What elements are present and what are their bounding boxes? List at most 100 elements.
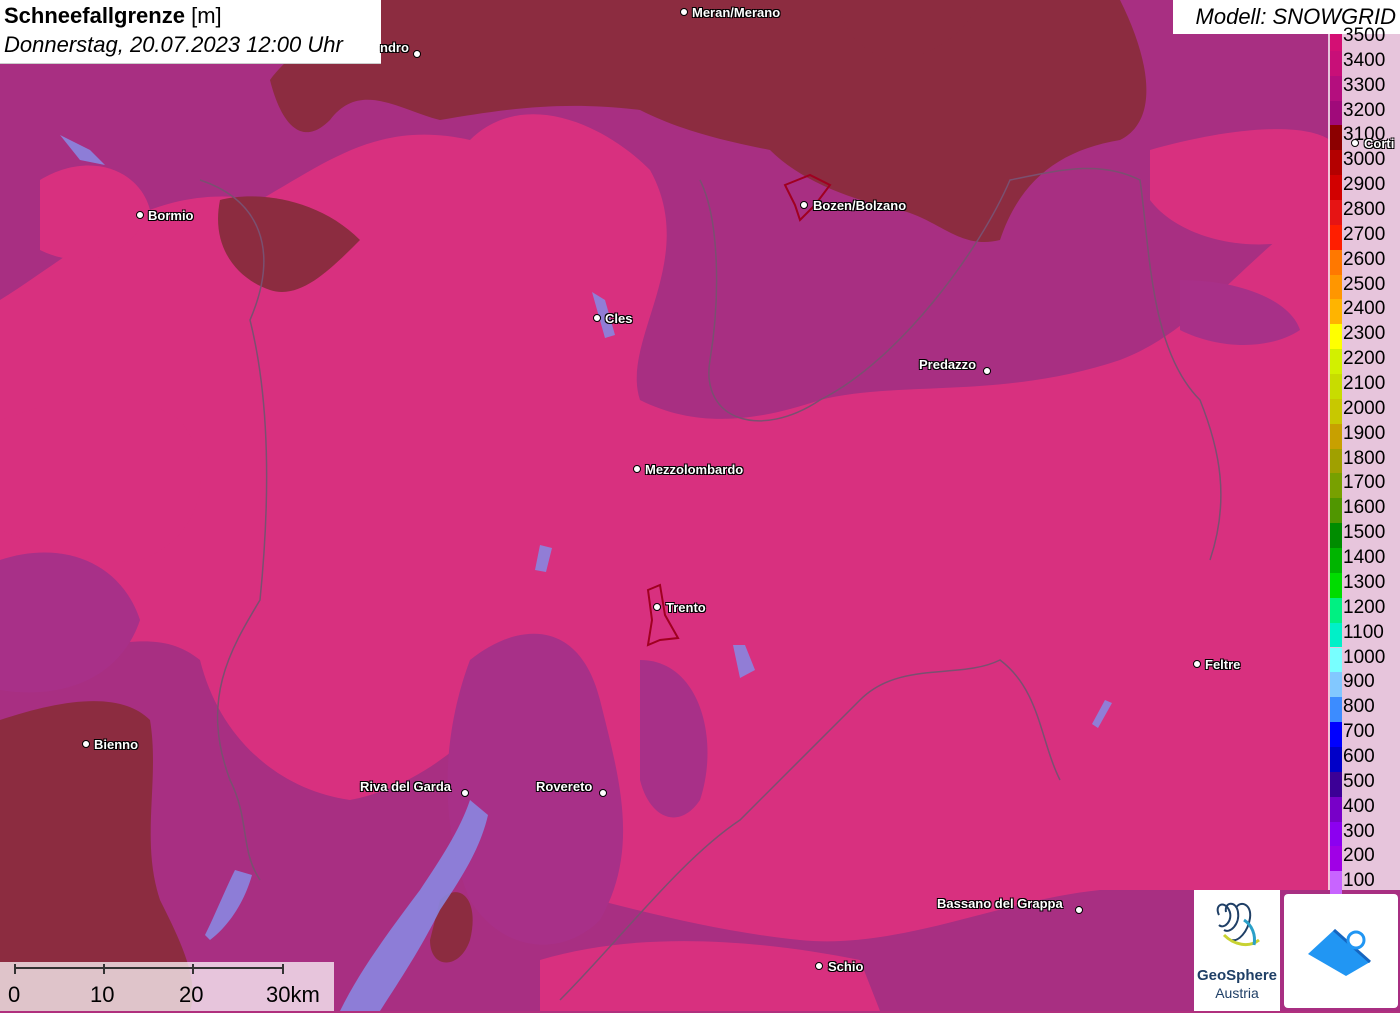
- legend-label: 1200: [1343, 596, 1386, 618]
- legend-swatch: [1330, 150, 1342, 176]
- legend-swatch: [1330, 374, 1342, 399]
- legend-swatch: [1330, 448, 1342, 474]
- city-label: Bienno: [94, 737, 139, 752]
- legend-label: 700: [1343, 721, 1375, 743]
- map-zone-3400-b: [0, 396, 201, 563]
- city-marker: [82, 740, 90, 748]
- city-marker: [800, 201, 808, 209]
- map-title: Schneefallgrenze [m]: [4, 3, 222, 29]
- legend-swatch: [1330, 796, 1342, 822]
- app-logo[interactable]: [1284, 894, 1398, 1008]
- legend-label: 3400: [1343, 49, 1386, 71]
- legend-label: 2800: [1343, 199, 1386, 221]
- city-label: Cles: [605, 311, 633, 326]
- legend-label: 2900: [1343, 174, 1386, 196]
- legend-label: 100: [1343, 870, 1375, 892]
- city-label: Bormio: [148, 208, 194, 223]
- austria-text: Austria: [1215, 985, 1259, 1001]
- city-label: Trento: [666, 600, 706, 615]
- legend-label: 1500: [1343, 522, 1386, 544]
- city-label: ndro: [380, 40, 409, 55]
- city-marker: [633, 465, 641, 473]
- legend-swatch: [1330, 224, 1342, 250]
- legend-label: 400: [1343, 795, 1375, 817]
- legend-label: 2100: [1343, 373, 1386, 395]
- legend-label: 200: [1343, 845, 1375, 867]
- legend-label: 1700: [1343, 472, 1386, 494]
- legend-swatch: [1330, 50, 1342, 76]
- geosphere-text: GeoSphere: [1196, 967, 1278, 984]
- scale-label-30km: 30km: [266, 982, 320, 1007]
- city-marker: [653, 603, 661, 611]
- city-marker: [461, 789, 469, 797]
- legend-label: 2500: [1343, 273, 1386, 295]
- legend-swatch: [1330, 622, 1342, 648]
- legend-swatch: [1330, 75, 1342, 101]
- legend-swatch: [1330, 548, 1342, 573]
- legend-label: 800: [1343, 696, 1375, 718]
- legend-swatch: [1330, 498, 1342, 524]
- city-label: Riva del Garda: [360, 779, 452, 794]
- legend-label: 3000: [1343, 149, 1386, 171]
- geosphere-austria-logo[interactable]: GeoSphere Austria: [1194, 890, 1280, 1011]
- legend-label: 2000: [1343, 397, 1386, 419]
- city-label: Rovereto: [536, 779, 593, 794]
- legend-swatch: [1330, 200, 1342, 225]
- city-marker: [136, 211, 144, 219]
- city-marker: [1193, 660, 1201, 668]
- legend-swatch: [1330, 523, 1342, 549]
- legend-swatch: [1330, 697, 1342, 723]
- city-label: Mezzolombardo: [645, 462, 744, 477]
- legend-swatch: [1330, 274, 1342, 300]
- map-title-box: Schneefallgrenze [m] Donnerstag, 20.07.2…: [0, 0, 381, 64]
- city-label: Schio: [828, 959, 864, 974]
- mountain-cloud-icon: [1308, 928, 1371, 976]
- legend-label: 900: [1343, 671, 1375, 693]
- legend-swatch: [1330, 846, 1342, 872]
- legend-swatch: [1330, 572, 1342, 598]
- forecast-datetime: Donnerstag, 20.07.2023 12:00 Uhr: [4, 32, 343, 57]
- legend-label: 2700: [1343, 223, 1386, 245]
- legend-label: 1000: [1343, 646, 1386, 668]
- legend-swatch: [1330, 871, 1342, 897]
- legend-swatch: [1330, 821, 1342, 847]
- legend-swatch: [1330, 299, 1342, 325]
- legend-swatch: [1330, 722, 1342, 747]
- variable-name: Schneefallgrenze: [4, 3, 185, 28]
- legend-label: 3200: [1343, 99, 1386, 121]
- legend-label: 500: [1343, 770, 1375, 792]
- city-marker: [680, 8, 688, 16]
- legend-label: 1100: [1343, 621, 1384, 643]
- legend-label: 2400: [1343, 298, 1386, 320]
- legend-label: 1300: [1343, 571, 1386, 593]
- legend-label: 1600: [1343, 497, 1386, 519]
- scale-label-20: 20: [179, 982, 204, 1007]
- city-label: Feltre: [1205, 657, 1241, 672]
- legend-label: 3300: [1343, 74, 1386, 96]
- scale-label-0: 0: [8, 982, 21, 1007]
- city-marker: [815, 962, 823, 970]
- city-label: Bozen/Bolzano: [813, 198, 907, 213]
- legend-label: 2600: [1343, 248, 1386, 270]
- legend-swatch: [1330, 746, 1342, 772]
- geosphere-icon: [1216, 902, 1260, 947]
- legend-swatch: [1330, 324, 1342, 350]
- legend-swatch: [1330, 597, 1342, 623]
- city-marker: [413, 50, 421, 58]
- legend-swatch: [1330, 647, 1342, 673]
- legend-swatch: [1330, 349, 1342, 375]
- snowfall-limit-map[interactable]: [0, 0, 1400, 1011]
- scale-bar: 0 10 20 30km: [0, 962, 334, 1011]
- legend-swatch: [1330, 34, 1342, 51]
- legend-label: 2200: [1343, 348, 1386, 370]
- city-marker: [983, 367, 991, 375]
- legend-swatch: [1330, 672, 1342, 698]
- legend-label: 2300: [1343, 323, 1386, 345]
- legend-swatch: [1330, 423, 1342, 449]
- legend-swatch: [1330, 473, 1342, 499]
- legend-label: 3500: [1343, 25, 1386, 46]
- legend-swatch: [1330, 100, 1342, 126]
- legend-swatch: [1330, 398, 1342, 424]
- city-marker: [599, 789, 607, 797]
- legend-swatch: [1330, 125, 1342, 151]
